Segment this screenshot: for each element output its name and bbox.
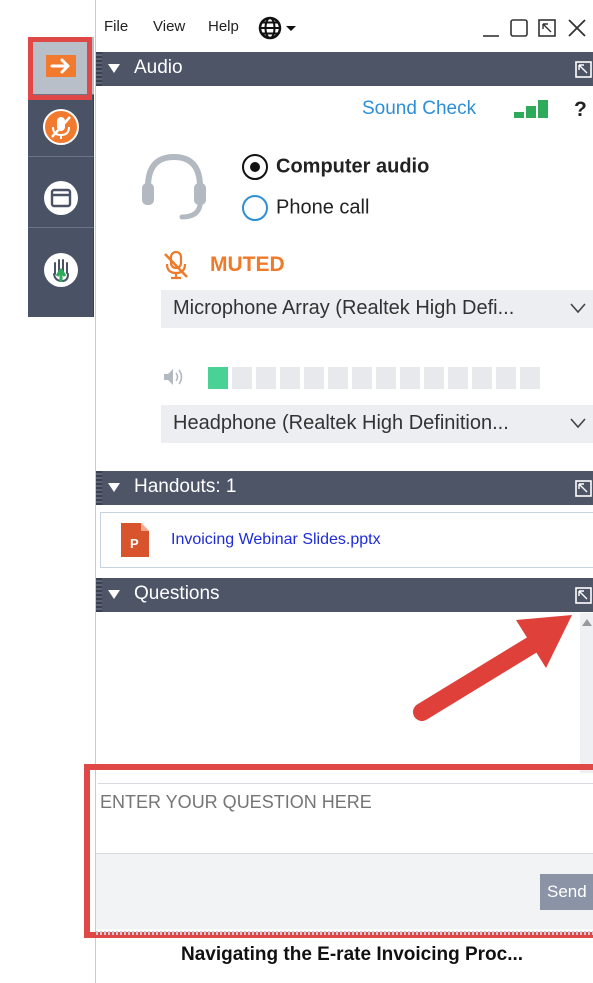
level-segment <box>520 367 540 389</box>
level-segment <box>328 367 348 389</box>
menu-bar: File View Help <box>96 0 593 52</box>
handouts-header-title: Handouts: 1 <box>134 476 237 497</box>
questions-scrollbar[interactable] <box>580 613 593 773</box>
resize-divider[interactable] <box>96 931 593 935</box>
minimize-icon[interactable] <box>480 16 502 40</box>
question-input-footer <box>96 853 593 929</box>
hand-icon <box>44 253 78 287</box>
arrow-right-icon <box>46 54 76 77</box>
powerpoint-icon: P <box>121 523 149 557</box>
phone-call-label: Phone call <box>276 196 370 219</box>
menu-view[interactable]: View <box>153 18 185 35</box>
phone-call-radio[interactable] <box>242 195 268 221</box>
close-icon[interactable] <box>566 16 588 40</box>
handouts-section-header[interactable]: Handouts: 1 <box>96 471 593 505</box>
handout-file-item[interactable]: P Invoicing Webinar Slides.pptx <box>100 512 593 568</box>
popout-icon[interactable] <box>574 479 593 499</box>
collapse-triangle-icon <box>108 483 120 492</box>
popout-icon[interactable] <box>574 586 593 606</box>
question-input[interactable] <box>98 783 593 853</box>
mic-muted-icon <box>43 108 79 145</box>
screen-button[interactable] <box>28 168 94 228</box>
computer-audio-option[interactable]: Computer audio <box>242 154 429 180</box>
globe-icon[interactable] <box>258 16 308 40</box>
menu-help[interactable]: Help <box>208 18 239 35</box>
level-segment <box>496 367 516 389</box>
show-hide-panel-button[interactable] <box>28 37 94 95</box>
audio-header-title: Audio <box>134 57 183 78</box>
muted-status-label: MUTED <box>210 253 285 276</box>
drag-grip[interactable] <box>96 471 102 505</box>
level-segment <box>376 367 396 389</box>
level-segment <box>232 367 252 389</box>
popout-icon[interactable] <box>574 60 593 80</box>
microphone-select[interactable]: Microphone Array (Realtek High Defi... <box>161 290 593 328</box>
level-segment <box>448 367 468 389</box>
level-segment <box>256 367 276 389</box>
popout-icon[interactable] <box>536 16 558 40</box>
handout-file-name[interactable]: Invoicing Webinar Slides.pptx <box>171 531 381 549</box>
speaker-select[interactable]: Headphone (Realtek High Definition... <box>161 405 593 443</box>
questions-header-title: Questions <box>134 583 220 604</box>
questions-section-header[interactable]: Questions <box>96 578 593 612</box>
drag-grip[interactable] <box>96 52 102 86</box>
scroll-up-arrow-icon[interactable] <box>582 619 592 626</box>
chevron-down-icon <box>570 418 586 429</box>
phone-call-option[interactable]: Phone call <box>242 195 369 221</box>
menu-file[interactable]: File <box>104 18 128 35</box>
raise-hand-button[interactable] <box>28 240 94 300</box>
computer-audio-label: Computer audio <box>276 155 430 178</box>
level-segment <box>208 367 228 389</box>
level-segment <box>424 367 444 389</box>
microphone-button[interactable] <box>28 97 94 157</box>
level-segment <box>472 367 492 389</box>
speaker-select-value: Headphone (Realtek High Definition... <box>173 412 509 434</box>
audio-section-header[interactable]: Audio <box>96 52 593 86</box>
collapse-triangle-icon <box>108 590 120 599</box>
help-button[interactable]: ? <box>574 98 587 122</box>
powerpoint-icon-letter: P <box>130 536 139 551</box>
sound-check-link[interactable]: Sound Check <box>362 98 476 120</box>
level-segment <box>400 367 420 389</box>
mic-muted-status-icon <box>164 250 188 280</box>
side-toolbar <box>28 37 94 317</box>
level-segment <box>280 367 300 389</box>
restore-icon[interactable] <box>508 16 530 40</box>
computer-audio-radio[interactable] <box>242 154 268 180</box>
collapse-triangle-icon <box>108 64 120 73</box>
send-button[interactable]: Send <box>540 874 593 910</box>
drag-grip[interactable] <box>96 578 102 612</box>
window-icon <box>44 180 78 215</box>
microphone-select-value: Microphone Array (Realtek High Defi... <box>173 297 515 319</box>
webinar-title: Navigating the E-rate Invoicing Proc... <box>181 944 524 965</box>
level-segment <box>304 367 324 389</box>
level-segment <box>352 367 372 389</box>
chevron-down-icon <box>570 303 586 314</box>
headset-icon <box>142 153 206 220</box>
signal-strength-icon <box>514 100 548 118</box>
speaker-icon <box>164 369 183 385</box>
